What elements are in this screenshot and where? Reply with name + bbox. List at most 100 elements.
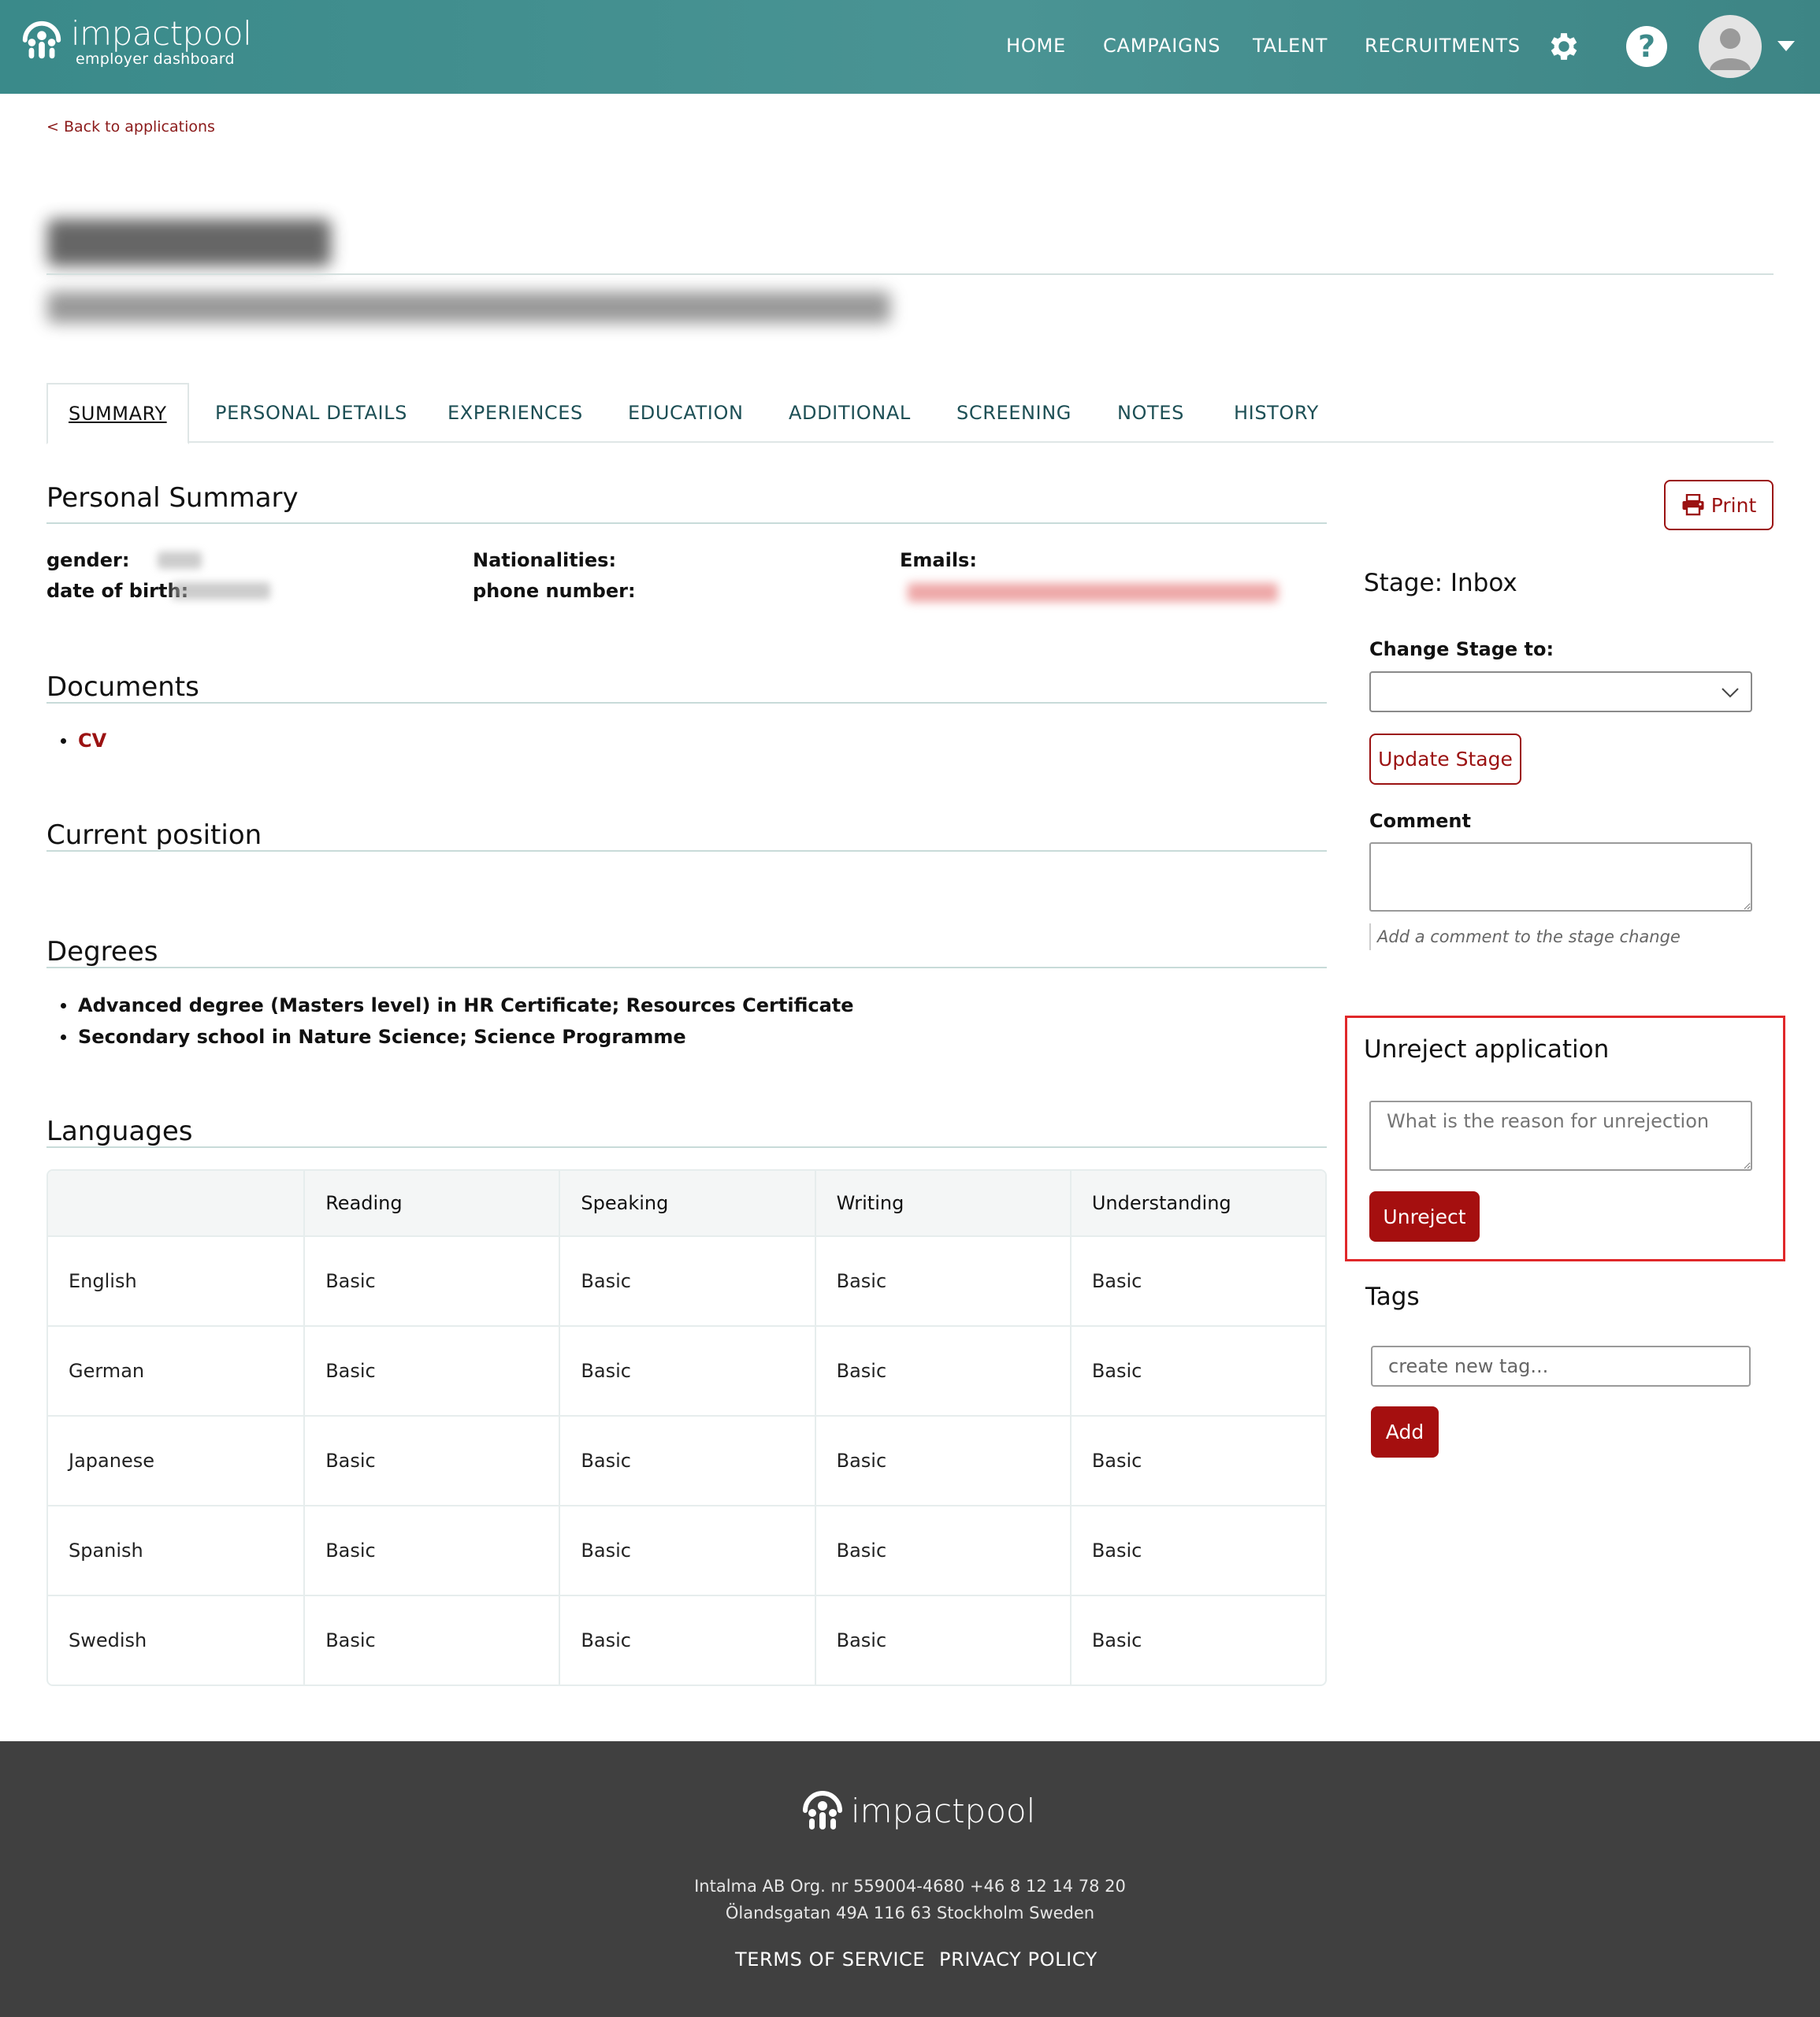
title-divider — [46, 273, 1774, 275]
table-cell: Basic — [559, 1506, 814, 1595]
logo-name: impactpool — [71, 14, 252, 53]
emails-label: Emails: — [900, 549, 977, 571]
add-tag-button[interactable]: Add — [1371, 1406, 1439, 1458]
unreject-reason-textarea[interactable] — [1369, 1101, 1752, 1171]
table-cell: German — [69, 1360, 145, 1382]
dob-value-redacted — [172, 582, 270, 600]
email-value-redacted[interactable] — [908, 583, 1278, 602]
printer-icon — [1682, 494, 1704, 516]
tab-notes[interactable]: NOTES — [1117, 383, 1184, 443]
comment-label: Comment — [1369, 810, 1471, 832]
tab-additional[interactable]: ADDITIONAL — [789, 383, 911, 443]
table-cell: Japanese — [69, 1450, 154, 1472]
table-row: English Basic Basic Basic Basic — [48, 1235, 1325, 1325]
tags-heading: Tags — [1365, 1283, 1420, 1311]
impactpool-logo-icon — [22, 20, 61, 59]
update-stage-button[interactable]: Update Stage — [1369, 734, 1521, 785]
stage-select[interactable] — [1369, 671, 1752, 712]
section-divider — [46, 967, 1327, 968]
tab-education[interactable]: EDUCATION — [628, 383, 744, 443]
applicant-name-redacted — [47, 219, 331, 266]
tab-summary[interactable]: SUMMARY — [46, 383, 189, 444]
degrees-heading: Degrees — [46, 936, 158, 968]
table-cell: Basic — [814, 1327, 1070, 1415]
nav-talent[interactable]: TALENT — [1253, 35, 1328, 57]
section-divider — [46, 850, 1327, 852]
comment-hint: Add a comment to the stage change — [1369, 923, 1681, 950]
tab-history[interactable]: HISTORY — [1234, 383, 1319, 443]
user-avatar[interactable] — [1699, 15, 1762, 78]
footer-company-info: Intalma AB Org. nr 559004-4680 +46 8 12 … — [694, 1877, 1126, 1896]
privacy-policy-link[interactable]: PRIVACY POLICY — [939, 1948, 1098, 1971]
table-row: German Basic Basic Basic Basic — [48, 1325, 1325, 1415]
page-footer: impactpool Intalma AB Org. nr 559004-468… — [0, 1741, 1820, 2017]
tab-personal-details[interactable]: PERSONAL DETAILS — [215, 383, 407, 443]
table-cell: Basic — [303, 1237, 559, 1325]
degrees-list: Advanced degree (Masters level) in HR Ce… — [59, 990, 854, 1053]
table-cell: Basic — [559, 1327, 814, 1415]
section-divider — [46, 702, 1327, 704]
table-header-cell — [48, 1171, 303, 1235]
table-cell: English — [69, 1270, 137, 1292]
chevron-down-icon — [1722, 688, 1739, 698]
table-header-cell: Speaking — [559, 1171, 814, 1235]
impactpool-logo[interactable]: impactpool employer dashboard — [19, 14, 252, 67]
table-cell: Basic — [303, 1506, 559, 1595]
documents-heading: Documents — [46, 671, 199, 703]
unreject-button[interactable]: Unreject — [1369, 1191, 1480, 1242]
print-button[interactable]: Print — [1664, 480, 1774, 530]
table-header-cell: Reading — [303, 1171, 559, 1235]
table-cell: Basic — [814, 1506, 1070, 1595]
nav-campaigns[interactable]: CAMPAIGNS — [1103, 35, 1220, 57]
back-to-applications-link[interactable]: < Back to applications — [46, 118, 215, 136]
section-divider — [46, 1146, 1327, 1148]
table-header-cell: Writing — [814, 1171, 1070, 1235]
table-cell: Basic — [559, 1596, 814, 1685]
current-stage-heading: Stage: Inbox — [1364, 569, 1517, 597]
footer-logo-name: impactpool — [851, 1791, 1036, 1830]
footer-logo[interactable]: impactpool — [799, 1787, 1035, 1834]
caret-down-icon[interactable] — [1777, 41, 1795, 51]
change-stage-label: Change Stage to: — [1369, 638, 1554, 660]
current-position-heading: Current position — [46, 819, 262, 851]
table-cell: Basic — [1069, 1327, 1325, 1415]
table-header-row: Reading Speaking Writing Understanding — [48, 1171, 1325, 1235]
table-cell: Swedish — [69, 1629, 147, 1651]
cv-document-link[interactable]: CV — [78, 730, 106, 752]
table-cell: Basic — [814, 1237, 1070, 1325]
dob-label: date of birth: — [46, 580, 189, 602]
print-label: Print — [1710, 493, 1757, 517]
terms-of-service-link[interactable]: TERMS OF SERVICE — [735, 1948, 925, 1971]
section-divider — [46, 522, 1327, 524]
table-cell: Basic — [303, 1596, 559, 1685]
gender-value-redacted — [158, 552, 202, 569]
table-cell: Basic — [303, 1417, 559, 1505]
table-row: Japanese Basic Basic Basic Basic — [48, 1415, 1325, 1505]
table-cell: Basic — [1069, 1506, 1325, 1595]
help-icon[interactable]: ? — [1626, 26, 1667, 67]
new-tag-input[interactable]: create new tag... — [1371, 1346, 1751, 1387]
table-row: Swedish Basic Basic Basic Basic — [48, 1595, 1325, 1685]
table-cell: Spanish — [69, 1540, 143, 1562]
position-title-redacted — [47, 292, 890, 323]
languages-table: Reading Speaking Writing Understanding E… — [46, 1169, 1327, 1686]
footer-address: Ölandsgatan 49A 116 63 Stockholm Sweden — [725, 1904, 1095, 1922]
list-item: Advanced degree (Masters level) in HR Ce… — [59, 990, 854, 1021]
gender-label: gender: — [46, 549, 130, 571]
table-row: Spanish Basic Basic Basic Basic — [48, 1505, 1325, 1595]
applicant-tabs: SUMMARY PERSONAL DETAILS EXPERIENCES EDU… — [46, 383, 1774, 444]
gear-icon[interactable] — [1546, 28, 1582, 65]
impactpool-logo-icon — [803, 1791, 842, 1829]
tab-experiences[interactable]: EXPERIENCES — [448, 383, 583, 443]
list-item: CV — [59, 725, 106, 756]
nav-recruitments[interactable]: RECRUITMENTS — [1365, 35, 1521, 57]
table-cell: Basic — [559, 1417, 814, 1505]
personal-summary-heading: Personal Summary — [46, 482, 299, 514]
nav-home[interactable]: HOME — [1006, 35, 1066, 57]
list-item: Secondary school in Nature Science; Scie… — [59, 1021, 854, 1053]
user-silhouette-icon — [1710, 28, 1751, 70]
comment-textarea[interactable] — [1369, 842, 1752, 912]
tab-screening[interactable]: SCREENING — [956, 383, 1072, 443]
table-cell: Basic — [814, 1596, 1070, 1685]
nationalities-label: Nationalities: — [473, 549, 617, 571]
